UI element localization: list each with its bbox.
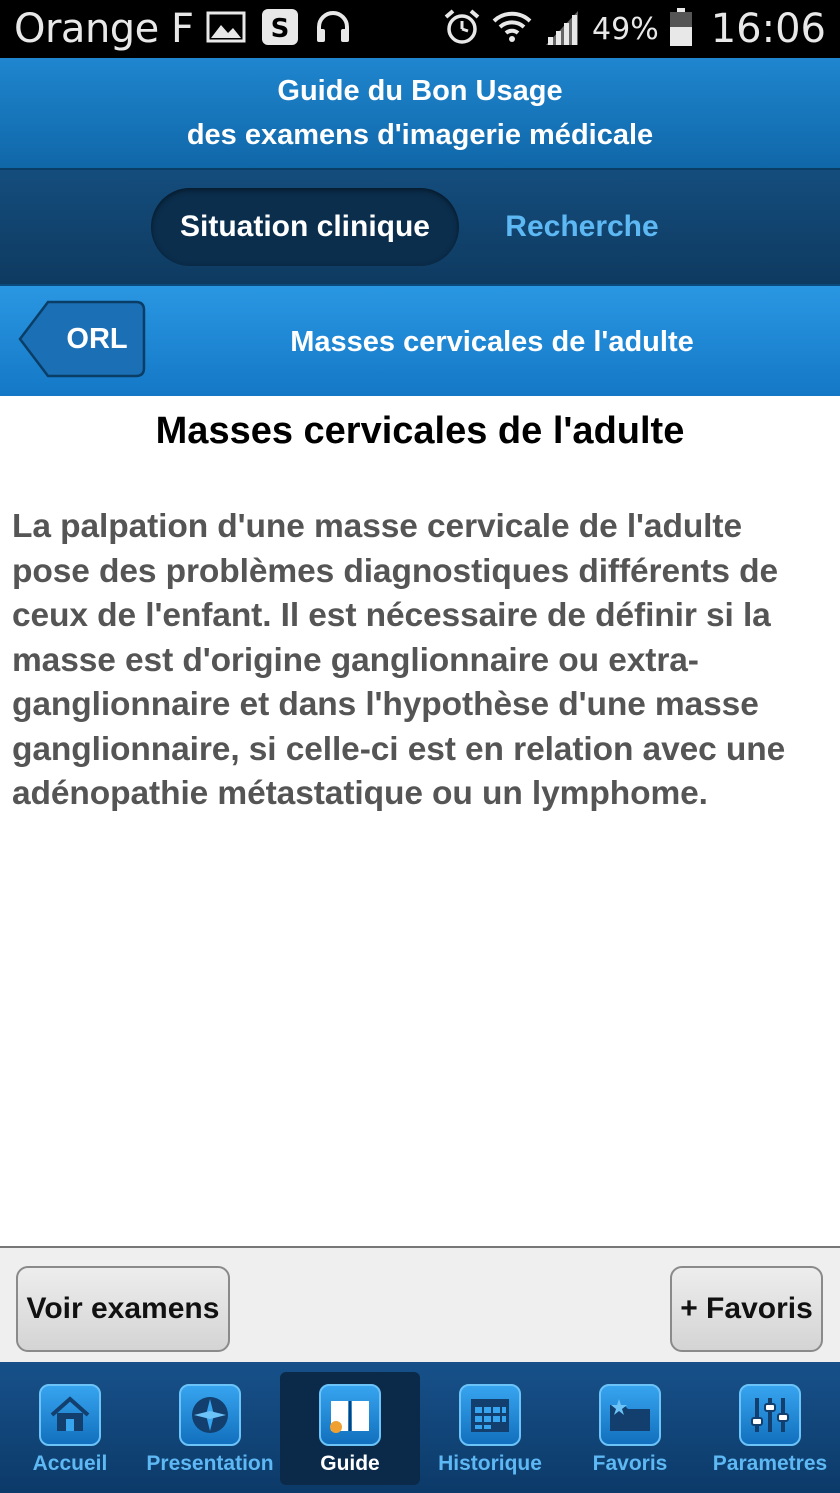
bottom-tab-guide[interactable]: Guide — [280, 1372, 420, 1485]
headset-icon — [314, 9, 352, 50]
book-icon — [319, 1384, 381, 1446]
compass-icon — [179, 1384, 241, 1446]
bottom-tab-parametres[interactable]: Parametres — [700, 1362, 840, 1493]
wifi-icon — [492, 7, 532, 52]
app-title-line1: Guide du Bon Usage — [277, 75, 563, 107]
battery-percent: 49% — [592, 11, 659, 47]
bottom-tab-favoris[interactable]: Favoris — [560, 1362, 700, 1493]
content-area: Masses cervicales de l'adulte La palpati… — [0, 396, 840, 1246]
content-body: La palpation d'une masse cervicale de l'… — [12, 508, 786, 812]
bottom-tab-accueil[interactable]: Accueil — [0, 1362, 140, 1493]
add-favoris-button[interactable]: + Favoris — [670, 1266, 823, 1352]
bottom-tab-label: Favoris — [592, 1452, 668, 1475]
bottom-tab-label: Guide — [320, 1452, 380, 1475]
carrier-name: Orange F — [14, 6, 194, 52]
bottom-tab-label: Historique — [438, 1452, 542, 1475]
status-bar: Orange F S 49% 16:06 — [0, 0, 840, 58]
nav-title-text: Masses cervicales de l'adulte — [290, 325, 694, 358]
image-icon — [206, 11, 246, 48]
segmented-tabs: Situation clinique Recherche — [0, 170, 840, 284]
sliders-icon — [739, 1384, 801, 1446]
bottom-tab-bar: Accueil Presentation Guide Historique Fa… — [0, 1362, 840, 1493]
back-button-label: ORL — [66, 322, 128, 355]
voir-examens-button[interactable]: Voir examens — [16, 1266, 230, 1352]
svg-text:S: S — [270, 14, 289, 44]
back-button[interactable]: ORL — [18, 300, 146, 378]
app-header: Guide du Bon Usage des examens d'imageri… — [0, 58, 840, 170]
alarm-icon — [442, 7, 482, 52]
nav-title: Masses cervicales de l'adulte — [150, 286, 840, 398]
bottom-tab-label: Parametres — [712, 1452, 828, 1475]
page-title: Masses cervicales de l'adulte — [155, 410, 685, 452]
battery-icon — [669, 7, 693, 52]
folder-star-icon — [599, 1384, 661, 1446]
bottom-tab-presentation[interactable]: Presentation — [140, 1362, 280, 1493]
calendar-icon — [459, 1384, 521, 1446]
home-icon — [39, 1384, 101, 1446]
action-bar: Voir examens + Favoris — [0, 1246, 840, 1362]
tab-recherche[interactable]: Recherche — [475, 188, 689, 266]
clock: 16:06 — [710, 6, 826, 52]
tab-situation-clinique[interactable]: Situation clinique — [151, 188, 459, 266]
navigation-bar: ORL Masses cervicales de l'adulte — [0, 284, 840, 396]
bottom-tab-historique[interactable]: Historique — [420, 1362, 560, 1493]
skype-icon: S — [260, 7, 300, 52]
app-title-line2: des examens d'imagerie médicale — [186, 119, 654, 151]
bottom-tab-label: Presentation — [146, 1452, 274, 1475]
bottom-tab-label: Accueil — [32, 1452, 108, 1475]
signal-icon — [542, 7, 582, 52]
